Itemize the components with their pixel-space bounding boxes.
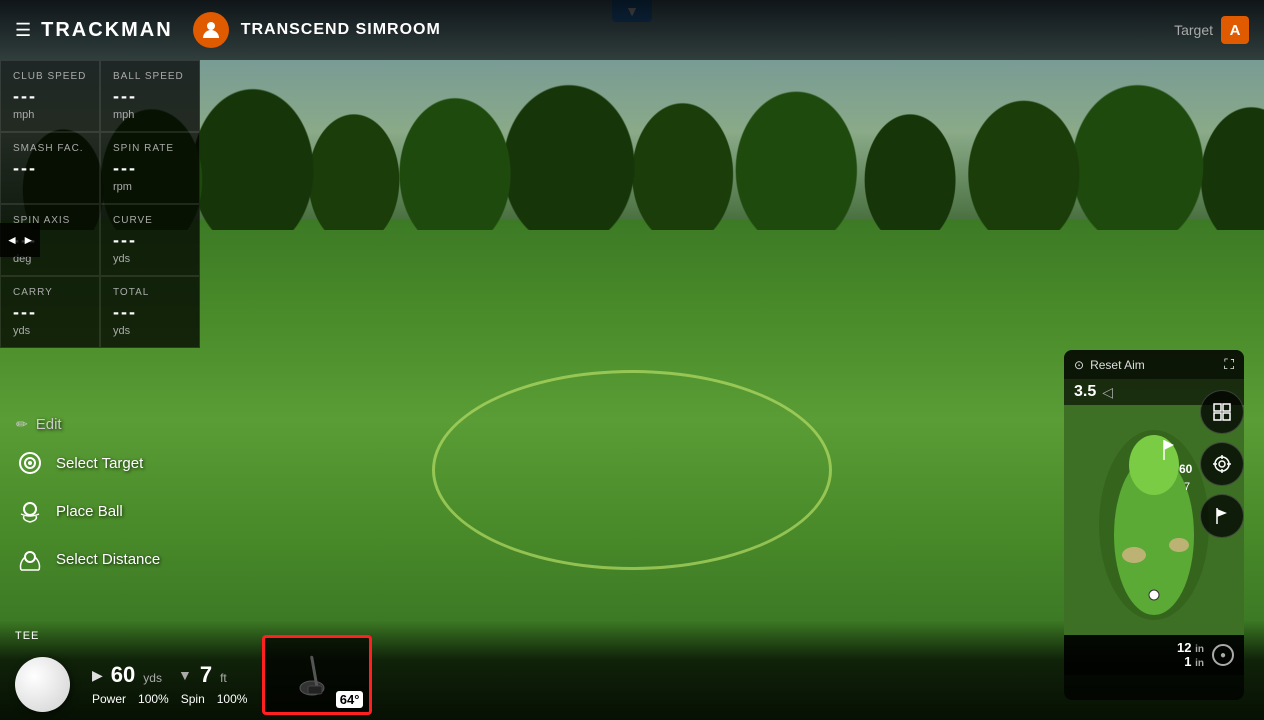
smash-fac-label: SMASH FAC. [13,143,87,154]
mini-map-arrow-icon: ◁ [1102,384,1113,401]
power-spin-info: Power 100% Spin 100% [92,692,247,706]
curve-value: --- [113,230,187,251]
select-distance-label: Select Distance [56,551,160,568]
total-box: TOTAL --- yds [100,276,200,348]
menu-icon[interactable]: ☰ [15,20,31,41]
club-speed-value: --- [13,86,87,107]
svg-text:7: 7 [1184,481,1190,493]
reset-aim-button[interactable]: ⊙ Reset Aim [1074,358,1145,372]
spin-rate-value: --- [113,158,187,179]
player-avatar [193,12,229,48]
grid-icon [1212,402,1232,422]
ball-speed-value: --- [113,86,187,107]
height-unit: ft [220,671,227,685]
left-menu: ✏ Edit Select Target Place Ball [0,410,176,583]
golf-ball [15,657,70,712]
reset-aim-icon: ⊙ [1074,358,1084,372]
curve-label: CURVE [113,215,187,226]
tee-label: TEE [15,630,39,642]
spin-value: 100% [217,692,248,706]
mini-map-distance-value: 3.5 [1074,383,1096,401]
target-aim-button[interactable] [1200,442,1244,486]
target-label: Target [1174,22,1213,38]
reset-aim-label: Reset Aim [1090,358,1145,372]
carry-unit: yds [13,325,87,337]
select-target-label: Select Target [56,455,143,472]
right-arrow-icon: ► [22,233,34,247]
club-degree-badge: 64° [336,691,364,708]
right-controls [1200,390,1244,538]
flag-icon [1212,506,1232,526]
target-badge[interactable]: A [1221,16,1249,44]
distance-unit: yds [143,671,162,685]
map-bottom-bar: 12 in 1 in ● [1064,635,1244,675]
place-ball-label: Place Ball [56,503,123,520]
place-ball-button[interactable]: Place Ball [0,487,176,535]
club-speed-unit: mph [13,109,87,121]
total-value: --- [113,302,187,323]
height-value: 7 [200,662,212,688]
left-arrow-icon: ◄ [6,233,18,247]
distance-info: ▶ 60 yds ▼ 7 ft [92,662,247,688]
expand-map-button[interactable]: ⛶ [1224,356,1234,373]
carry-value: --- [13,302,87,323]
grid-button[interactable] [1200,390,1244,434]
svg-text:60: 60 [1179,462,1193,476]
spin-label: Spin [181,692,205,706]
curve-box: CURVE --- yds [100,204,200,276]
stats-row-1: CLUB SPEED --- mph BALL SPEED --- mph [0,60,200,132]
club-selection-box[interactable]: 64° [262,635,372,715]
place-ball-icon [16,497,44,525]
aim-icon [1212,454,1232,474]
player-name: TRANSCEND SIMROOM [241,21,441,39]
club-speed-box: CLUB SPEED --- mph [0,60,100,132]
avatar-icon [200,19,222,41]
edit-label: Edit [36,416,62,433]
mini-map-header: ⊙ Reset Aim ⛶ [1064,350,1244,379]
smash-fac-value: --- [13,158,87,179]
smash-fac-box: SMASH FAC. --- [0,132,100,204]
position-reset-icon[interactable]: ● [1212,644,1234,666]
expand-stats-button[interactable]: ◄ ► [0,223,40,257]
spin-rate-box: SPIN RATE --- rpm [100,132,200,204]
stats-row-4: CARRY --- yds TOTAL --- yds [0,276,200,348]
carry-label: CARRY [13,287,87,298]
expand-icon: ⛶ [1224,356,1234,372]
total-label: TOTAL [113,287,187,298]
power-label: Power [92,692,126,706]
select-distance-icon [16,545,44,573]
target-icon [16,449,44,477]
carry-box: CARRY --- yds [0,276,100,348]
flag-button[interactable] [1200,494,1244,538]
header-bar: ☰ TRACKMAN TRANSCEND SIMROOM Target A [0,0,1264,60]
distance-value: 60 [111,662,135,688]
height-down-arrow-icon: ▼ [178,667,192,683]
stats-panel: CLUB SPEED --- mph BALL SPEED --- mph SM… [0,60,200,348]
pencil-icon: ✏ [16,416,28,433]
spin-rate-unit: rpm [113,181,187,193]
select-distance-button[interactable]: Select Distance [0,535,176,583]
target-circle [432,370,832,570]
ball-speed-unit: mph [113,109,187,121]
ball-speed-box: BALL SPEED --- mph [100,60,200,132]
stats-row-2: SMASH FAC. --- SPIN RATE --- rpm [0,132,200,204]
distance-arrow-icon: ▶ [92,667,103,684]
club-speed-label: CLUB SPEED [13,71,87,82]
ball-speed-label: BALL SPEED [113,71,187,82]
trackman-logo: TRACKMAN [41,19,173,42]
select-target-button[interactable]: Select Target [0,439,176,487]
total-unit: yds [113,325,187,337]
curve-unit: yds [113,253,187,265]
edit-button[interactable]: ✏ Edit [0,410,176,439]
distance-12-in: 12 in 1 in [1177,641,1204,669]
power-value: 100% [138,692,169,706]
spin-rate-label: SPIN RATE [113,143,187,154]
